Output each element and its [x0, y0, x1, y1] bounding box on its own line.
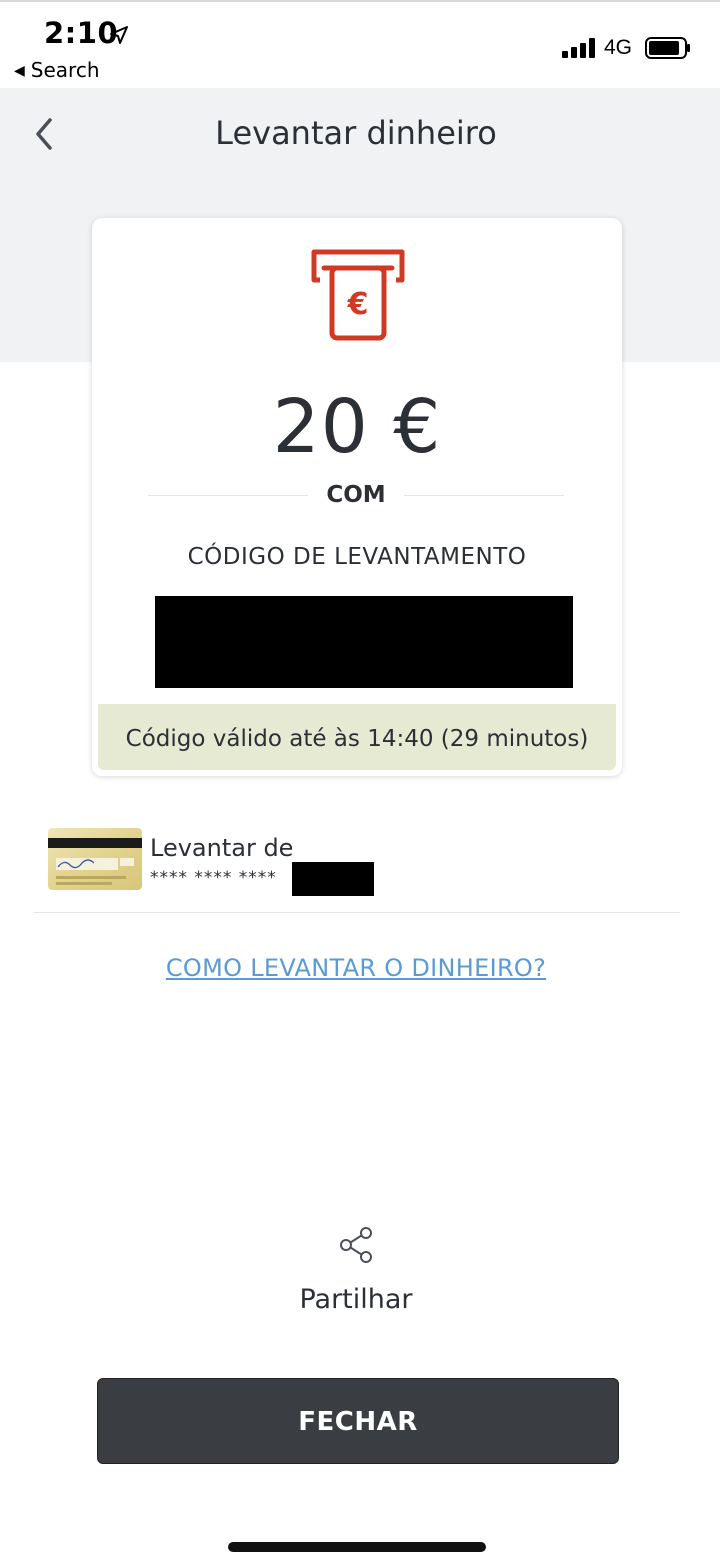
bank-card-image: [48, 828, 142, 890]
card-number-redacted: [292, 862, 374, 896]
home-indicator[interactable]: [228, 1542, 486, 1552]
withdrawal-amount: 20 €: [272, 384, 442, 470]
close-button[interactable]: FECHAR: [97, 1378, 619, 1464]
source-card-row: Levantar de **** **** ****: [34, 824, 680, 913]
source-card-number: **** **** ****: [150, 868, 277, 888]
page-title: Levantar dinheiro: [215, 114, 497, 152]
method-divider: COM: [148, 482, 564, 512]
network-type: 4G: [604, 36, 633, 59]
withdrawal-code-label: CÓDIGO DE LEVANTAMENTO: [187, 544, 527, 570]
status-bar: 2:10 ◀ Search 4G: [0, 0, 720, 88]
withdrawal-method: COM: [326, 482, 386, 508]
signal-icon: [562, 38, 595, 58]
code-validity-banner: Código válido até às 14:40 (29 minutos): [98, 704, 616, 770]
withdrawal-code-redacted: [155, 596, 573, 688]
svg-text:€: €: [347, 287, 369, 322]
back-to-app-button[interactable]: ◀ Search: [14, 58, 100, 82]
back-to-app-label: Search: [30, 58, 100, 82]
back-triangle-icon: ◀: [14, 63, 25, 79]
battery-icon: [645, 37, 690, 59]
location-arrow-icon: [110, 26, 128, 44]
source-card-title: Levantar de: [150, 834, 294, 862]
share-button-label[interactable]: Partilhar: [0, 1284, 712, 1315]
atm-euro-icon: €: [311, 249, 405, 341]
share-icon[interactable]: [338, 1226, 374, 1264]
withdrawal-card: € 20 € COM CÓDIGO DE LEVANTAMENTO Código…: [92, 218, 622, 776]
how-to-withdraw-link[interactable]: COMO LEVANTAR O DINHEIRO?: [0, 954, 712, 982]
